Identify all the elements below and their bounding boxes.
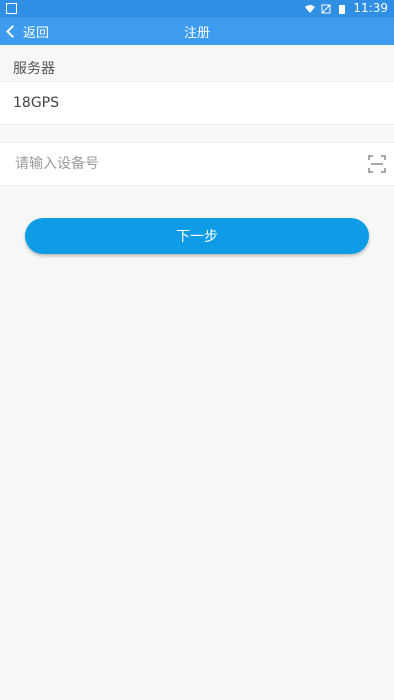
status-icons: 11:39 — [305, 0, 388, 17]
server-section-label: 服务器 — [13, 61, 55, 77]
image-icon — [6, 3, 17, 14]
battery-icon — [337, 4, 347, 14]
page-title: 注册 — [183, 25, 210, 41]
device-row[interactable] — [0, 142, 394, 186]
back-button[interactable]: 返回 — [6, 17, 50, 45]
device-number-input[interactable] — [13, 155, 347, 173]
scan-icon[interactable] — [368, 155, 386, 173]
app-bar: 返回 注册 — [0, 17, 394, 45]
wifi-icon — [305, 4, 316, 14]
registration-form: 服务器 18GPS 下一步 — [0, 45, 394, 700]
status-time: 11:39 — [353, 1, 388, 15]
status-bar: 11:39 — [0, 0, 394, 17]
server-row[interactable]: 18GPS — [0, 81, 394, 125]
next-step-button[interactable]: 下一步 — [25, 218, 369, 254]
no-sim-icon — [321, 4, 331, 14]
back-label: 返回 — [23, 25, 50, 41]
chevron-left-icon — [6, 25, 19, 38]
server-value: 18GPS — [13, 95, 59, 111]
